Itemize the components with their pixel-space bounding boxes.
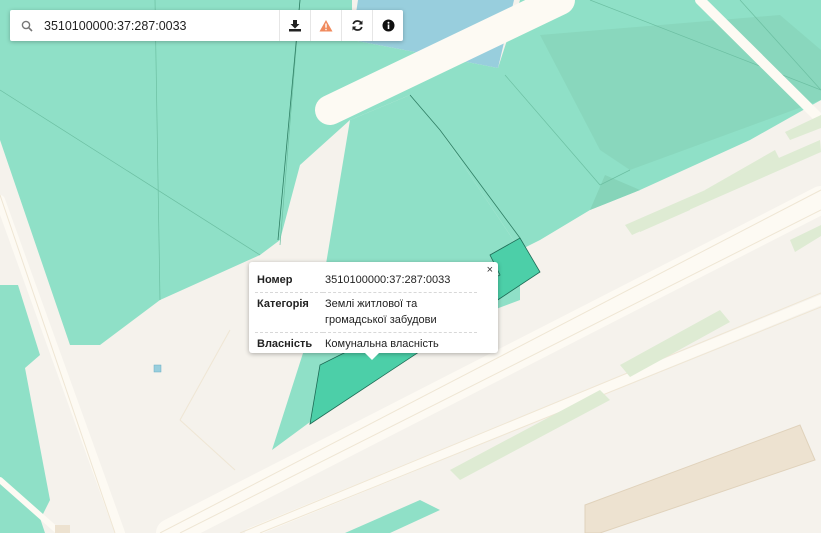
info-key: Номер: [255, 269, 323, 293]
info-key: Категорія: [255, 292, 323, 333]
warning-button[interactable]: [310, 10, 341, 41]
info-key: Власність: [257, 338, 313, 350]
info-row-category: Категорія Землі житлової та громадської …: [255, 292, 477, 333]
info-value: 3510100000:37:287:0033: [323, 269, 477, 293]
info-icon: [382, 19, 394, 32]
info-value: Землі житлової та громадської забудови: [323, 292, 477, 333]
refresh-icon: [351, 20, 363, 31]
info-row-number: Номер 3510100000:37:287:0033: [255, 269, 477, 293]
download-button[interactable]: [279, 10, 310, 41]
info-row-ownership: Власність Комунальна власність: [255, 333, 477, 357]
search-input[interactable]: [44, 10, 279, 41]
download-icon: [289, 20, 301, 32]
parcel-info-table: Номер 3510100000:37:287:0033 Категорія З…: [255, 269, 477, 356]
building: [55, 525, 70, 533]
parcel: [0, 518, 45, 533]
popup-close-button[interactable]: ×: [487, 264, 493, 276]
search-bar: [10, 10, 403, 41]
warning-icon: [319, 20, 333, 32]
parcel-info-popup: × Номер 3510100000:37:287:0033 Категорія…: [249, 262, 498, 360]
search-icon[interactable]: [10, 20, 44, 32]
info-button[interactable]: [372, 10, 403, 41]
refresh-button[interactable]: [341, 10, 372, 41]
map-marker: [153, 364, 162, 373]
info-value: Комунальна власність: [325, 338, 439, 350]
